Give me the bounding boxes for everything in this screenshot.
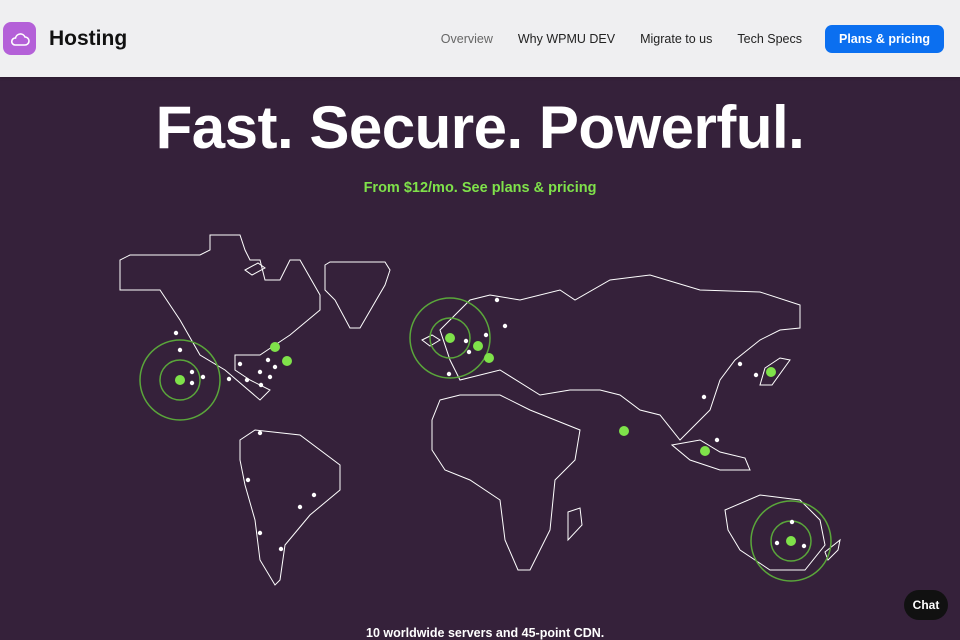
cdn-dot bbox=[257, 430, 263, 436]
greenland bbox=[324, 261, 391, 329]
servers-caption: 10 worldwide servers and 45-point CDN. bbox=[366, 626, 605, 640]
cdn-dot bbox=[789, 519, 795, 525]
cdn-dot bbox=[297, 504, 303, 510]
cdn-dot bbox=[245, 477, 251, 483]
cdn-dot bbox=[311, 492, 317, 498]
cdn-dot bbox=[189, 369, 195, 375]
cdn-dot bbox=[267, 374, 273, 380]
cdn-dot bbox=[265, 357, 271, 363]
cdn-dot bbox=[173, 330, 179, 336]
cdn-dot bbox=[774, 540, 780, 546]
server-dot bbox=[445, 333, 455, 343]
nav-migrate[interactable]: Migrate to us bbox=[640, 32, 712, 46]
cdn-dot bbox=[189, 380, 195, 386]
server-dot bbox=[473, 341, 483, 351]
cdn-dot bbox=[226, 376, 232, 382]
nav-tech-specs[interactable]: Tech Specs bbox=[737, 32, 802, 46]
site-header: Hosting Overview Why WPMU DEV Migrate to… bbox=[0, 0, 960, 77]
cdn-dot bbox=[502, 323, 508, 329]
server-dot bbox=[175, 375, 185, 385]
cdn-dot bbox=[258, 382, 264, 388]
cdn-dot bbox=[801, 543, 807, 549]
cdn-dot bbox=[257, 369, 263, 375]
europe-asia bbox=[439, 274, 801, 441]
cdn-dot bbox=[237, 361, 243, 367]
server-dot bbox=[700, 446, 710, 456]
cdn-dot bbox=[278, 546, 284, 552]
nav-why-wpmu-dev[interactable]: Why WPMU DEV bbox=[518, 32, 615, 46]
cdn-dot bbox=[483, 332, 489, 338]
cdn-dot bbox=[466, 349, 472, 355]
cdn-dot bbox=[701, 394, 707, 400]
server-dot bbox=[766, 367, 776, 377]
cdn-dot bbox=[753, 372, 759, 378]
south-america bbox=[239, 429, 341, 586]
server-dot bbox=[484, 353, 494, 363]
pricing-link[interactable]: From $12/mo. See plans & pricing bbox=[0, 180, 960, 197]
plans-pricing-button[interactable]: Plans & pricing bbox=[825, 24, 944, 53]
server-rings bbox=[139, 297, 832, 582]
cdn-dot bbox=[463, 338, 469, 344]
indonesia bbox=[670, 439, 751, 471]
server-dot bbox=[282, 356, 292, 366]
cdn-dot bbox=[714, 437, 720, 443]
cdn-dot bbox=[177, 347, 183, 353]
chat-button[interactable]: Chat bbox=[904, 590, 948, 620]
server-dot bbox=[270, 342, 280, 352]
cdn-dot bbox=[257, 530, 263, 536]
cloud-icon[interactable] bbox=[3, 22, 36, 55]
cdn-dot bbox=[244, 377, 250, 383]
main-nav: Overview Why WPMU DEV Migrate to us Tech… bbox=[441, 24, 944, 53]
cdn-dot bbox=[737, 361, 743, 367]
hero-title: Fast. Secure. Powerful. bbox=[155, 94, 805, 161]
server-dot bbox=[619, 426, 629, 436]
server-dot bbox=[786, 536, 796, 546]
africa bbox=[431, 394, 581, 571]
cdn-dot bbox=[494, 297, 500, 303]
cdn-dot bbox=[272, 364, 278, 370]
nav-overview[interactable]: Overview bbox=[441, 32, 493, 46]
cdn-dot bbox=[200, 374, 206, 380]
brand-name[interactable]: Hosting bbox=[49, 27, 127, 51]
continent-outlines bbox=[119, 234, 841, 586]
cdn-dot bbox=[446, 371, 452, 377]
madagascar bbox=[567, 507, 583, 542]
